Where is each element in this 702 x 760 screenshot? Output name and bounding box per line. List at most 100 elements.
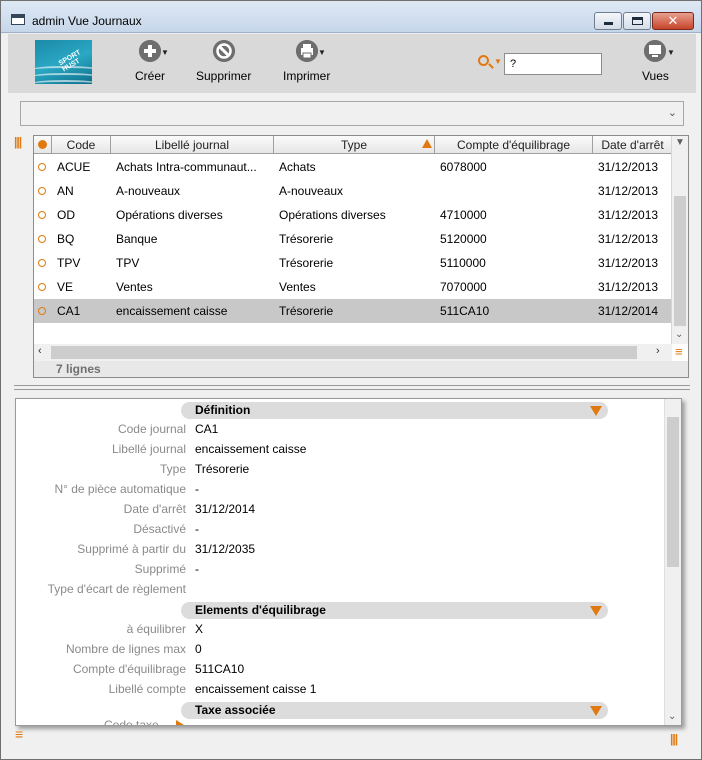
status-dot-icon: [38, 163, 46, 171]
cell-libelle: TPV: [116, 256, 140, 270]
column-header-code[interactable]: Code: [52, 136, 111, 154]
scroll-thumb[interactable]: [674, 196, 686, 326]
cell-libelle: Achats Intra-communaut...: [116, 160, 257, 174]
close-button[interactable]: ✕: [652, 12, 694, 30]
scroll-up-icon[interactable]: ▼: [675, 137, 685, 148]
search-icon[interactable]: ▼: [477, 53, 503, 73]
collapse-arrow-icon[interactable]: [590, 406, 602, 416]
column-header-libelle[interactable]: Libellé journal: [111, 136, 274, 154]
field-label: Code journal: [117, 422, 186, 436]
field-value[interactable]: -: [195, 522, 199, 536]
scroll-thumb-horizontal[interactable]: [51, 346, 637, 359]
cell-type: Trésorerie: [279, 256, 334, 270]
collapse-arrow-icon[interactable]: [590, 706, 602, 716]
scroll-down-icon[interactable]: ⌄: [675, 329, 683, 340]
status-dot-icon: [38, 140, 47, 149]
views-button[interactable]: ▼ Vues: [642, 40, 675, 83]
status-dot-icon: [38, 187, 46, 195]
row-status-cell[interactable]: [34, 275, 52, 299]
field-value[interactable]: encaissement caisse 1: [195, 682, 316, 696]
table-row[interactable]: TPV TPV Trésorerie 5110000 31/12/2013: [34, 251, 672, 275]
collapse-arrow-icon[interactable]: [590, 606, 602, 616]
field-value[interactable]: -: [195, 482, 199, 496]
monitor-icon: [644, 40, 667, 62]
select-all-column[interactable]: [34, 136, 52, 154]
columns-icon[interactable]: |||: [670, 732, 678, 746]
cell-date: 31/12/2014: [593, 299, 672, 323]
cell-code: AN: [57, 184, 74, 198]
views-dropdown-icon: ▼: [667, 48, 675, 57]
search-input[interactable]: [504, 53, 602, 75]
maximize-button[interactable]: [623, 12, 651, 30]
print-dropdown-icon: ▼: [318, 48, 326, 57]
section-header[interactable]: Définition: [181, 402, 608, 419]
expand-arrow-icon[interactable]: [176, 720, 184, 725]
field-value[interactable]: 511CA10: [195, 662, 244, 676]
field-label: Supprimé à partir du: [77, 542, 186, 556]
minimize-icon: [604, 22, 613, 25]
print-label: Imprimer: [283, 69, 331, 83]
column-header-compte[interactable]: Compte d'équilibrage: [435, 136, 593, 154]
field-label: Type: [159, 462, 186, 476]
section-header[interactable]: Taxe associée: [181, 702, 608, 719]
scroll-left-icon[interactable]: ‹: [38, 345, 42, 357]
cell-date: 31/12/2013: [598, 256, 659, 270]
view-selector[interactable]: ⌄: [20, 101, 684, 126]
cell-date: 31/12/2013: [598, 232, 659, 246]
scroll-down-icon[interactable]: ⌄: [668, 711, 676, 722]
columns-icon[interactable]: |||: [14, 135, 22, 149]
detail-panel: Définition Code journal CA1 Libellé journal…: [15, 398, 682, 726]
table-row[interactable]: AN A-nouveaux A-nouveaux 31/12/2013: [34, 179, 672, 203]
row-status-cell[interactable]: [34, 155, 52, 179]
minimize-button[interactable]: [594, 12, 622, 30]
field-value[interactable]: -: [195, 562, 199, 576]
field-value[interactable]: 31/12/2035: [195, 542, 255, 556]
create-button[interactable]: ▼ Créer: [135, 40, 169, 83]
row-status-cell[interactable]: [34, 299, 52, 323]
print-button[interactable]: ▼ Imprimer: [283, 40, 330, 83]
cell-compte: 6078000: [440, 160, 487, 174]
section-title: Taxe associée: [195, 703, 276, 717]
field-value[interactable]: X: [195, 622, 203, 636]
cell-libelle: Opérations diverses: [116, 208, 223, 222]
row-status-cell[interactable]: [34, 227, 52, 251]
column-header-type[interactable]: Type: [274, 136, 435, 154]
status-dot-icon: [38, 259, 46, 267]
delete-button[interactable]: Supprimer: [196, 40, 251, 83]
splitter-line[interactable]: [14, 389, 690, 390]
cell-type: A-nouveaux: [279, 184, 344, 198]
field-label: Supprimé: [134, 562, 186, 576]
cell-compte: 5110000: [440, 256, 486, 270]
field-label: Nombre de lignes max: [65, 642, 186, 656]
panel-menu-icon[interactable]: ≡: [15, 727, 23, 741]
row-status-cell[interactable]: [34, 203, 52, 227]
field-value[interactable]: CA1: [195, 422, 218, 436]
table-row[interactable]: CA1 encaissement caisse Trésorerie 511CA10 3…: [34, 299, 672, 323]
cell-date: 31/12/2013: [598, 184, 659, 198]
field-value[interactable]: encaissement caisse: [195, 442, 306, 456]
scroll-thumb[interactable]: [667, 417, 679, 567]
table-row[interactable]: VE Ventes Ventes 7070000 31/12/2013: [34, 275, 672, 299]
scroll-right-icon[interactable]: ›: [656, 345, 660, 357]
cell-type: Achats: [279, 160, 316, 174]
field-value[interactable]: Trésorerie: [195, 462, 249, 476]
table-horizontal-scrollbar[interactable]: ‹ ›: [34, 344, 672, 361]
field-label: Libellé journal: [111, 442, 186, 456]
section-header[interactable]: Elements d'équilibrage: [181, 602, 608, 619]
field-value[interactable]: 0: [195, 642, 202, 656]
status-dot-icon: [38, 283, 46, 291]
table-row[interactable]: BQ Banque Trésorerie 5120000 31/12/2013: [34, 227, 672, 251]
splitter-line[interactable]: [14, 385, 690, 386]
row-status-cell[interactable]: [34, 251, 52, 275]
field-value[interactable]: 31/12/2014: [195, 502, 255, 516]
table-row[interactable]: ACUE Achats Intra-communaut... Achats 60780…: [34, 155, 672, 179]
detail-vertical-scrollbar[interactable]: ⌄: [664, 399, 681, 725]
title-bar[interactable]: admin Vue Journaux ✕: [1, 1, 701, 33]
column-header-type-label: Type: [340, 138, 367, 152]
table-menu-icon[interactable]: ≡: [675, 345, 683, 358]
column-header-date[interactable]: Date d'arrêt: [593, 136, 672, 154]
table-row[interactable]: OD Opérations diverses Opérations diverses…: [34, 203, 672, 227]
table-vertical-scrollbar[interactable]: ▼ ⌄: [671, 136, 688, 344]
cell-date: 31/12/2013: [598, 160, 659, 174]
row-status-cell[interactable]: [34, 179, 52, 203]
